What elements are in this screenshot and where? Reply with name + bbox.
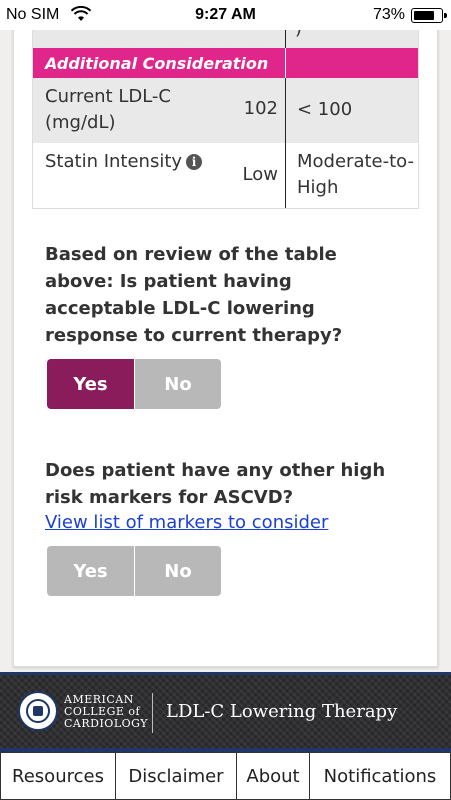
table-section-header: Additional Consideration (33, 48, 418, 78)
battery-percent: 73% (372, 6, 405, 23)
row-current-value: 102 (243, 98, 278, 119)
risk-markers-toggle: Yes No (47, 546, 221, 596)
yes-button[interactable]: Yes (47, 359, 134, 409)
no-button[interactable]: No (134, 546, 221, 596)
view-markers-link[interactable]: View list of markers to consider (45, 512, 328, 533)
table-row: Statin Intensity i Low Moderate-to-High (33, 143, 418, 209)
org-name: AMERICAN COLLEGE of CARDIOLOGY (64, 693, 149, 730)
ldl-table: ) Additional Consideration Current LDL-C… (32, 30, 419, 209)
tab-notifications[interactable]: Notifications (309, 752, 451, 800)
content-scroll-area[interactable]: ) Additional Consideration Current LDL-C… (0, 30, 451, 672)
row-goal-value: Moderate-to-High (297, 151, 414, 198)
ldl-response-toggle: Yes No (47, 359, 221, 409)
table-row: Current LDL-C (mg/dL) 102 < 100 (33, 78, 418, 143)
row-label: Statin Intensity (45, 151, 183, 172)
question-ldl-response: Based on review of the table above: Is p… (45, 244, 343, 346)
acc-seal-logo (18, 691, 58, 731)
info-icon[interactable]: i (186, 154, 203, 170)
table-cell-peek: ) (295, 30, 302, 39)
section-header-label: Additional Consideration (45, 54, 269, 73)
tab-disclaimer[interactable]: Disclaimer (115, 752, 236, 800)
brand-divider (152, 693, 153, 733)
no-button[interactable]: No (134, 359, 221, 409)
status-bar: No SIM 9:27 AM 73% (0, 0, 451, 30)
tab-about[interactable]: About (236, 752, 309, 800)
app-title: LDL-C Lowering Therapy (166, 701, 398, 722)
question-risk-markers: Does patient have any other high risk ma… (45, 460, 386, 508)
row-label: Current LDL-C (mg/dL) (45, 86, 171, 133)
row-current-value: Low (242, 164, 278, 185)
tab-resources[interactable]: Resources (0, 752, 115, 800)
table-row-partial: ) (33, 30, 418, 48)
row-goal-value: < 100 (297, 99, 353, 120)
yes-button[interactable]: Yes (47, 546, 134, 596)
battery-icon (411, 8, 447, 23)
bottom-tab-bar: Resources Disclaimer About Notifications (0, 752, 451, 800)
brand-banner: AMERICAN COLLEGE of CARDIOLOGY LDL-C Low… (0, 672, 451, 752)
